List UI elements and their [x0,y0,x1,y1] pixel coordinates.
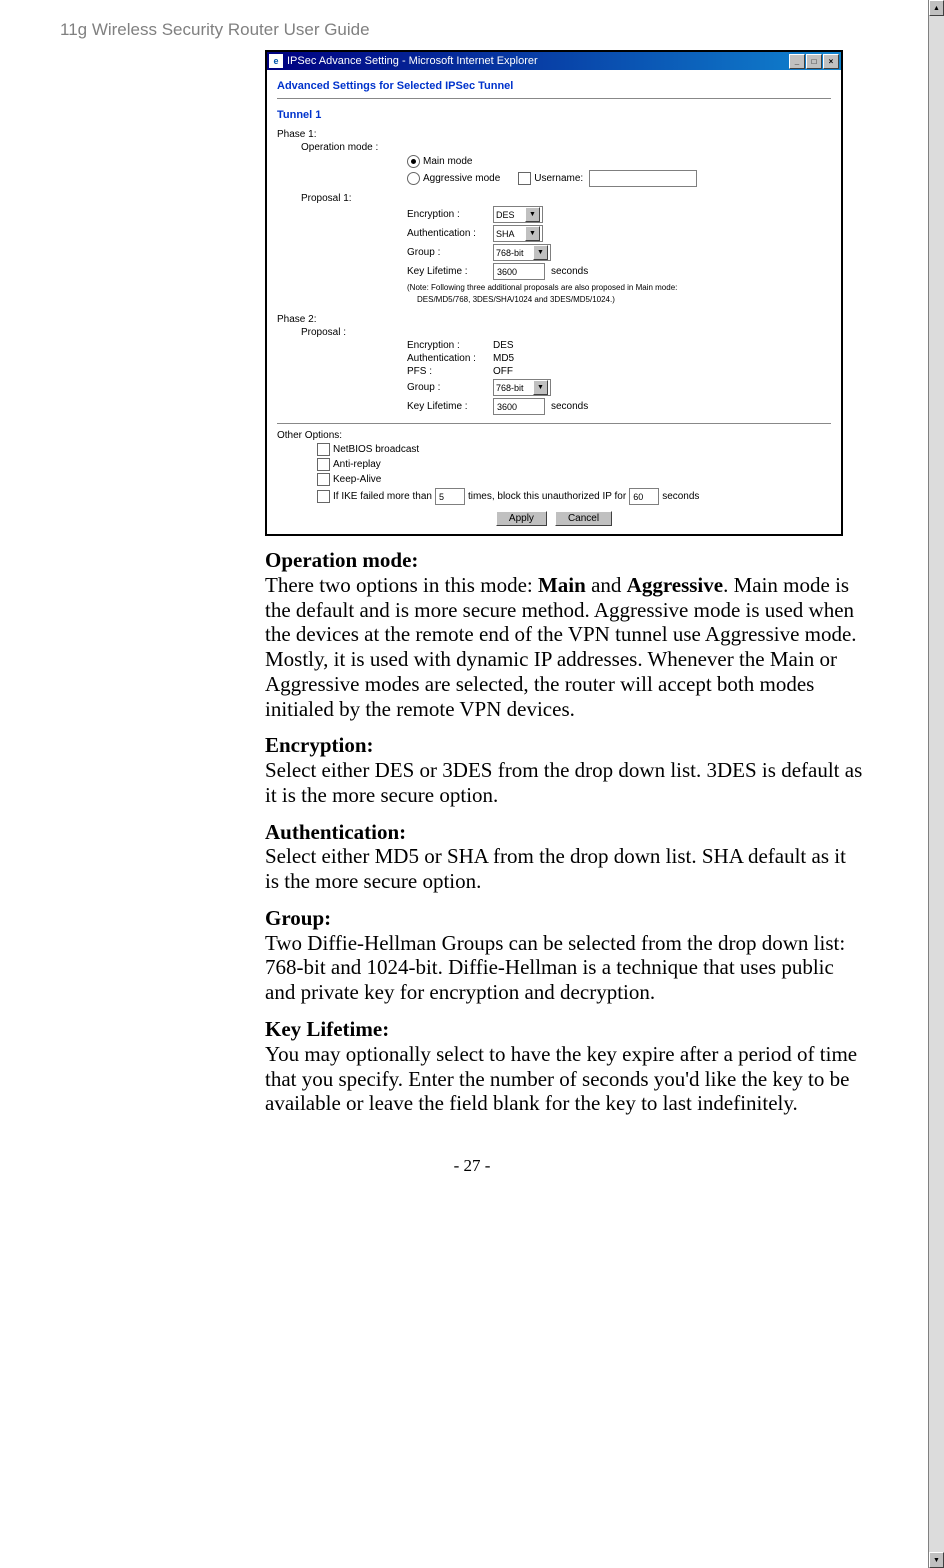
other-options-label: Other Options: [277,430,831,441]
p2-group-select[interactable]: 768-bit▼ [493,379,551,396]
authentication-paragraph: Select either MD5 or SHA from the drop d… [265,844,846,893]
pfs-value: OFF [493,366,513,377]
group-select[interactable]: 768-bit▼ [493,244,551,261]
encryption-label: Encryption : [407,209,493,220]
p2-seconds-text: seconds [551,401,588,412]
encryption-select[interactable]: DES▼ [493,206,543,223]
apply-button[interactable]: Apply [496,511,547,526]
p2-auth-label: Authentication : [407,353,493,364]
antireplay-text: Anti-replay [333,459,381,470]
key-lifetime-input[interactable]: 3600 [493,263,545,280]
key-lifetime-paragraph: You may optionally select to have the ke… [265,1042,857,1116]
proposal-note-1: (Note: Following three additional propos… [407,283,831,292]
p2-auth-value: MD5 [493,353,514,364]
proposal-note-2: DES/MD5/768, 3DES/SHA/1024 and 3DES/MD5/… [417,295,831,304]
phase1-label: Phase 1: [277,129,831,140]
p2-key-lifetime-input[interactable]: 3600 [493,398,545,415]
proposal1-label: Proposal 1: [301,193,387,204]
authentication-select[interactable]: SHA▼ [493,225,543,242]
username-input[interactable] [589,170,697,187]
page-number: - 27 - [60,1156,884,1176]
ipsec-screenshot: e IPSec Advance Setting - Microsoft Inte… [265,50,843,536]
ike-fail-pre: If IKE failed more than [333,491,432,502]
operation-mode-label: Operation mode : [301,142,387,153]
authentication-label: Authentication : [407,228,493,239]
netbios-text: NetBIOS broadcast [333,444,419,455]
encryption-heading: Encryption: [265,733,374,757]
scroll-up-icon[interactable]: ▲ [929,0,944,16]
group-label: Group : [407,247,493,258]
keepalive-checkbox[interactable] [317,473,330,486]
window-title: IPSec Advance Setting - Microsoft Intern… [287,55,789,67]
close-button[interactable]: × [823,54,839,69]
group-paragraph: Two Diffie-Hellman Groups can be selecte… [265,931,845,1005]
p2-group-label: Group : [407,382,493,393]
proposal-label: Proposal : [301,327,387,338]
key-lifetime-heading: Key Lifetime: [265,1017,389,1041]
aggressive-mode-text: Aggressive mode [423,173,500,184]
authentication-heading: Authentication: [265,820,406,844]
ike-fail-times-input[interactable]: 5 [435,488,465,505]
p2-encryption-label: Encryption : [407,340,493,351]
antireplay-checkbox[interactable] [317,458,330,471]
operation-mode-paragraph: There two options in this mode: Main and… [265,573,857,721]
p2-key-lifetime-label: Key Lifetime : [407,401,493,412]
seconds-text: seconds [551,266,588,277]
operation-mode-heading: Operation mode: [265,548,418,572]
cancel-button[interactable]: Cancel [555,511,612,526]
phase2-label: Phase 2: [277,314,831,325]
ike-fail-mid: times, block this unauthorized IP for [468,491,626,502]
username-label: Username: [534,173,583,184]
tunnel-heading: Tunnel 1 [277,109,831,121]
netbios-checkbox[interactable] [317,443,330,456]
ike-fail-seconds-text: seconds [662,491,699,502]
page-header: 11g Wireless Security Router User Guide [60,20,884,40]
encryption-paragraph: Select either DES or 3DES from the drop … [265,758,862,807]
maximize-button[interactable]: □ [806,54,822,69]
ie-icon: e [269,54,283,68]
keepalive-text: Keep-Alive [333,474,381,485]
p2-encryption-value: DES [493,340,514,351]
main-mode-radio[interactable] [407,155,420,168]
pfs-label: PFS : [407,366,493,377]
scroll-down-icon[interactable]: ▼ [929,1552,944,1568]
username-checkbox[interactable] [518,172,531,185]
ike-fail-checkbox[interactable] [317,490,330,503]
advanced-settings-heading: Advanced Settings for Selected IPSec Tun… [277,80,831,92]
group-heading: Group: [265,906,331,930]
vertical-scrollbar[interactable]: ▲ ▼ [928,0,944,1568]
aggressive-mode-radio[interactable] [407,172,420,185]
main-mode-text: Main mode [423,156,472,167]
ike-fail-secs-input[interactable]: 60 [629,488,659,505]
key-lifetime-label: Key Lifetime : [407,266,493,277]
minimize-button[interactable]: _ [789,54,805,69]
window-titlebar: e IPSec Advance Setting - Microsoft Inte… [267,52,841,70]
